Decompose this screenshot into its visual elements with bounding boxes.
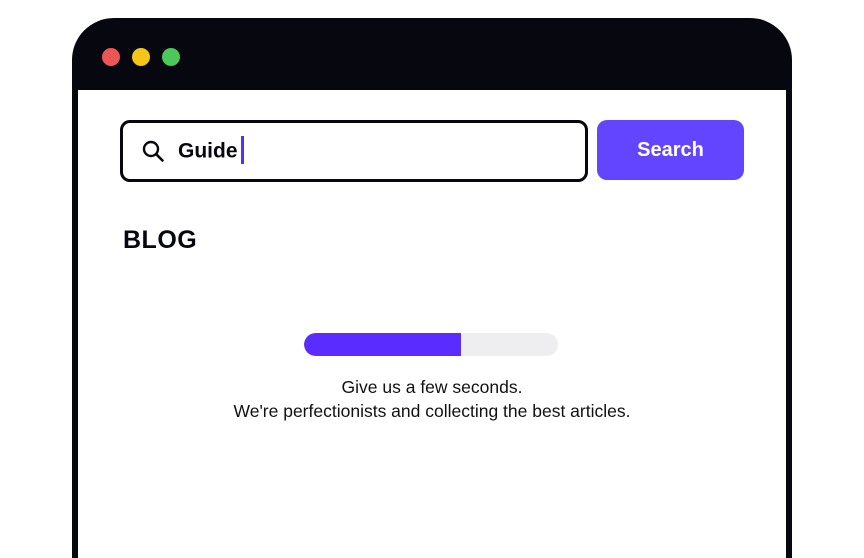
loading-progress-bar (304, 333, 558, 356)
search-icon (141, 139, 165, 163)
search-input[interactable]: Guide (120, 120, 588, 182)
zoom-window-button[interactable] (162, 48, 180, 66)
close-window-button[interactable] (102, 48, 120, 66)
minimize-window-button[interactable] (132, 48, 150, 66)
text-caret (240, 136, 244, 164)
search-input-value[interactable]: Guide (178, 136, 244, 164)
page-title: BLOG (123, 226, 198, 254)
loading-progress-fill (304, 333, 462, 356)
search-button[interactable]: Search (597, 120, 744, 180)
loading-message-line-2: We're perfectionists and collecting the … (233, 401, 631, 421)
loading-message-line-1: Give us a few seconds. (341, 377, 523, 397)
page-content: Guide Search BLOG Give us a few seconds.… (78, 90, 786, 558)
window-titlebar (72, 18, 792, 90)
browser-window: Guide Search BLOG Give us a few seconds.… (72, 18, 792, 558)
search-query-text: Guide (178, 139, 238, 163)
